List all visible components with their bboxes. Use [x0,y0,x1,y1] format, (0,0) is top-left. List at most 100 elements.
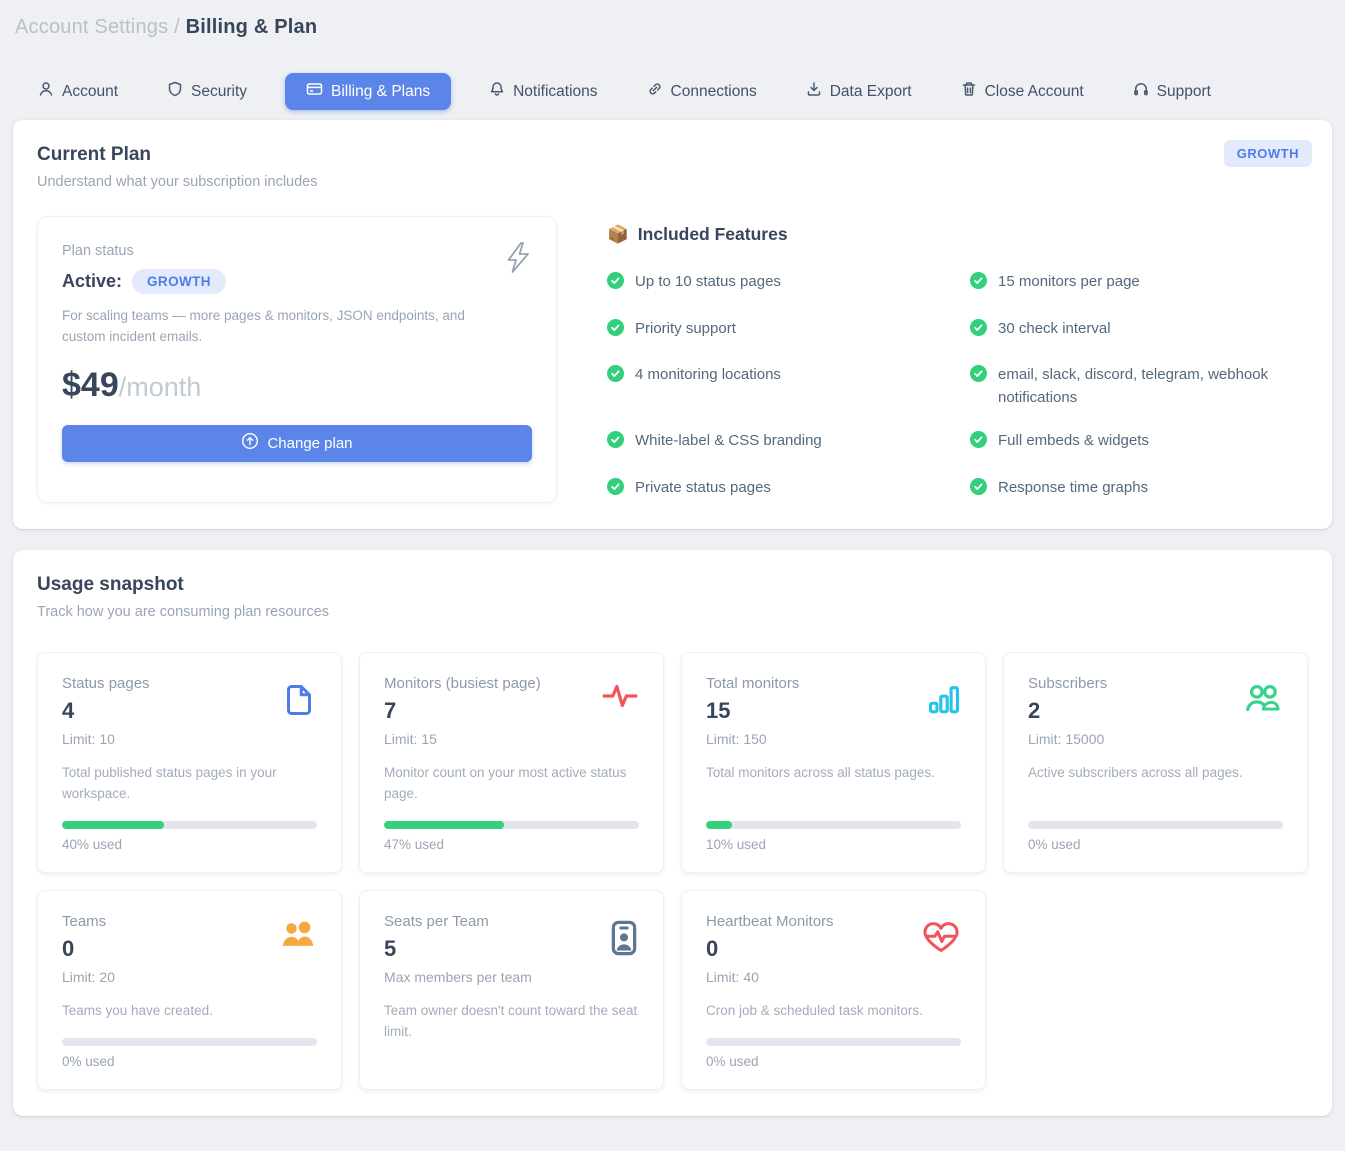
plan-active-text: Active: [62,271,122,292]
breadcrumb-section[interactable]: Account Settings [15,16,168,38]
current-plan-title: Current Plan [37,144,1308,166]
check-circle-icon [607,431,624,456]
usage-title: Usage snapshot [37,574,1308,596]
usage-card-monitors-busiest: Monitors (busiest page) 7 Limit: 15 Moni… [359,652,664,873]
bar-chart-icon [927,681,961,722]
usage-card-label: Subscribers [1028,675,1107,692]
plan-status-label: Plan status [62,243,532,259]
breadcrumb-separator: / [174,16,180,38]
check-circle-icon [970,478,987,503]
check-circle-icon [970,431,987,456]
usage-card-status-pages: Status pages 4 Limit: 10 Total published… [37,652,342,873]
feature-item: White-label & CSS branding [607,430,944,456]
plan-price-period: /month [119,372,202,402]
usage-card-value: 5 [384,936,532,962]
check-circle-icon [607,319,624,344]
usage-card-subscribers: Subscribers 2 Limit: 15000 Active subscr… [1003,652,1308,873]
usage-subtitle: Track how you are consuming plan resourc… [37,604,1308,620]
feature-item: 15 monitors per page [970,271,1307,297]
link-icon [647,81,663,102]
tab-notifications[interactable]: Notifications [478,73,608,110]
usage-grid: Status pages 4 Limit: 10 Total published… [37,652,1308,1090]
arrow-up-circle-icon [241,432,259,454]
usage-card-value: 0 [62,936,115,962]
usage-card-label: Seats per Team [384,913,532,930]
progress-fill [384,821,504,829]
usage-card-heartbeat-monitors: Heartbeat Monitors 0 Limit: 40 Cron job … [681,890,986,1090]
tab-label: Data Export [830,83,912,101]
feature-text: 30 check interval [998,318,1111,344]
usage-card-description: Monitor count on your most active status… [384,763,639,821]
tab-account[interactable]: Account [27,73,129,110]
trash-icon [961,81,977,102]
usage-card-percent: 0% used [62,1054,317,1069]
tab-label: Notifications [513,83,597,101]
lightning-bolt-icon [502,241,534,280]
usage-card-percent: 0% used [1028,837,1283,852]
tab-billing-plans[interactable]: Billing & Plans [285,73,451,110]
shield-icon [167,81,183,102]
download-icon [806,81,822,102]
tab-label: Billing & Plans [331,83,430,101]
headset-icon [1133,81,1149,102]
usage-card-percent: 10% used [706,837,961,852]
plan-price: $49/month [62,366,532,405]
feature-text: 4 monitoring locations [635,364,781,409]
tab-label: Account [62,83,118,101]
credit-card-icon [306,81,323,102]
progress-bar [62,1038,317,1046]
features-grid: Up to 10 status pages 15 monitors per pa… [607,271,1307,502]
usage-card-label: Teams [62,913,115,930]
tab-security[interactable]: Security [156,73,258,110]
usage-card-limit: Limit: 20 [62,969,115,985]
feature-item: 4 monitoring locations [607,364,944,409]
feature-text: Up to 10 status pages [635,271,781,297]
progress-bar [1028,821,1283,829]
usage-card-value: 7 [384,698,541,724]
progress-bar [384,821,639,829]
feature-text: email, slack, discord, telegram, webhook… [998,364,1307,409]
usage-card-value: 4 [62,698,150,724]
plan-description: For scaling teams — more pages & monitor… [62,306,482,348]
tab-connections[interactable]: Connections [636,73,768,110]
usage-card-limit: Max members per team [384,969,532,985]
usage-card-percent: 0% used [706,1054,961,1069]
usage-card-label: Monitors (busiest page) [384,675,541,692]
feature-item: Priority support [607,318,944,344]
billing-plan-page: Account Settings / Billing & Plan Accoun… [0,0,1345,1151]
check-circle-icon [607,478,624,503]
usage-card-label: Total monitors [706,675,799,692]
heart-pulse-icon [921,919,961,960]
usage-card-label: Heartbeat Monitors [706,913,834,930]
usage-card-description: Teams you have created. [62,1001,317,1038]
check-circle-icon [607,365,624,409]
plan-price-amount: $49 [62,366,119,404]
feature-text: Full embeds & widgets [998,430,1149,456]
usage-card-limit: Limit: 10 [62,731,150,747]
feature-text: White-label & CSS branding [635,430,822,456]
included-features-title: Included Features [638,224,788,245]
feature-text: 15 monitors per page [998,271,1140,297]
feature-item: Full embeds & widgets [970,430,1307,456]
bell-icon [489,81,505,102]
tab-close-account[interactable]: Close Account [950,73,1095,110]
change-plan-button[interactable]: Change plan [62,425,532,462]
usage-card-limit: Limit: 150 [706,731,799,747]
package-icon: 📦 [607,224,629,245]
tab-label: Security [191,83,247,101]
current-plan-section: GROWTH Current Plan Understand what your… [13,120,1332,529]
check-circle-icon [970,319,987,344]
feature-text: Response time graphs [998,477,1148,503]
usage-card-description: Cron job & scheduled task monitors. [706,1001,961,1038]
usage-card-label: Status pages [62,675,150,692]
usage-card-seats-per-team: Seats per Team 5 Max members per team Te… [359,890,664,1090]
tab-data-export[interactable]: Data Export [795,73,923,110]
progress-bar [706,821,961,829]
usage-card-value: 15 [706,698,799,724]
check-circle-icon [607,272,624,297]
included-features: 📦 Included Features Up to 10 status page… [557,216,1308,503]
tab-support[interactable]: Support [1122,73,1222,110]
feature-text: Priority support [635,318,736,344]
plan-status-card: Plan status Active: GROWTH For scaling t… [37,216,557,503]
usage-card-limit: Limit: 15000 [1028,731,1107,747]
